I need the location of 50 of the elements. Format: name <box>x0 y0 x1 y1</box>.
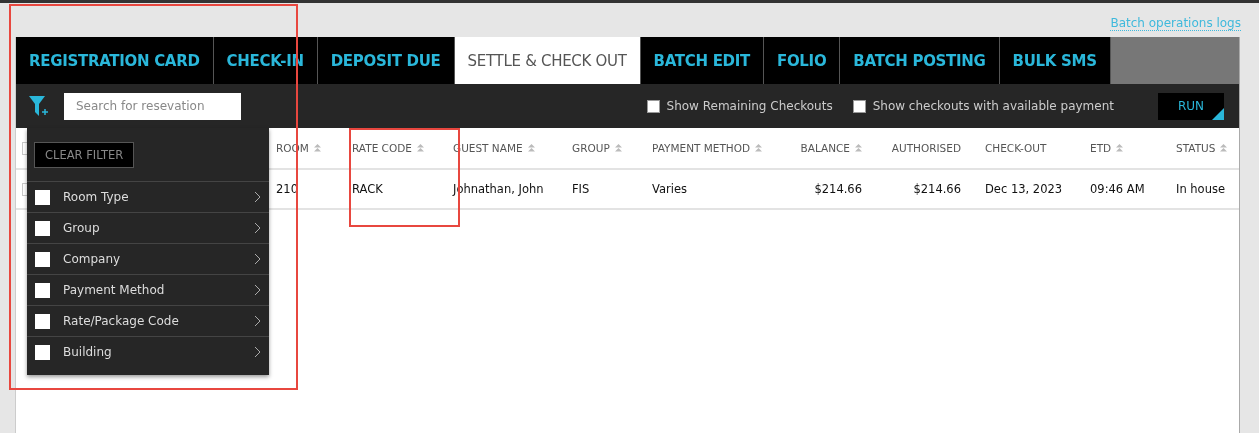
filter-item[interactable]: Building <box>27 336 269 367</box>
column-header[interactable]: ETD <box>1090 142 1124 154</box>
column-header[interactable]: CHECK-OUT <box>985 142 1047 154</box>
chevron-right-icon <box>254 315 261 327</box>
table-cell: RACK <box>352 182 383 196</box>
table-cell: $214.66 <box>913 182 961 196</box>
option-label: Show checkouts with available payment <box>872 99 1114 113</box>
chevron-right-icon <box>254 253 261 265</box>
checkbox[interactable] <box>646 99 660 113</box>
column-header[interactable]: RATE CODE <box>352 142 424 154</box>
table-cell: Varies <box>652 182 687 196</box>
table-cell: 09:46 AM <box>1090 182 1145 196</box>
filter-item[interactable]: Group <box>27 212 269 243</box>
column-header[interactable]: PAYMENT METHOD <box>652 142 763 154</box>
checkbox[interactable] <box>35 313 50 329</box>
chevron-right-icon <box>254 222 261 234</box>
checkbox[interactable] <box>35 251 50 267</box>
filter-item[interactable]: Payment Method <box>27 274 269 305</box>
filter-item[interactable]: Company <box>27 243 269 274</box>
option-label: Show Remaining Checkouts <box>666 99 833 113</box>
checkbox[interactable] <box>852 99 866 113</box>
column-header[interactable]: GROUP <box>572 142 622 154</box>
column-header[interactable]: BALANCE <box>800 142 862 154</box>
tab[interactable]: FOLIO <box>763 37 841 84</box>
table-cell: $214.66 <box>814 182 862 196</box>
tab[interactable]: SETTLE & CHECK OUT <box>454 37 641 84</box>
tab[interactable]: BULK SMS <box>999 37 1111 84</box>
checkbox[interactable] <box>35 189 50 205</box>
checkbox[interactable] <box>35 282 50 298</box>
tab[interactable]: BATCH EDIT <box>640 37 764 84</box>
search-field[interactable]: Search for resevation <box>64 92 241 120</box>
column-header[interactable]: STATUS <box>1176 142 1228 154</box>
column-header[interactable]: AUTHORISED <box>891 142 961 154</box>
checkbox[interactable] <box>35 220 50 236</box>
chevron-right-icon <box>254 191 261 203</box>
table-cell: FIS <box>572 182 590 196</box>
run-button[interactable]: RUN <box>1158 92 1224 120</box>
chevron-right-icon <box>254 284 261 296</box>
clear-filter-button[interactable]: CLEAR FILTER <box>34 142 135 168</box>
tab[interactable]: REGISTRATION CARD <box>16 37 214 84</box>
filter-add-icon[interactable] <box>28 94 50 118</box>
corner-triangle-icon <box>1212 107 1224 120</box>
tab[interactable]: BATCH POSTING <box>840 37 1000 84</box>
table-cell: Dec 13, 2023 <box>985 182 1063 196</box>
chevron-right-icon <box>254 346 261 358</box>
tab[interactable]: DEPOSIT DUE <box>317 37 455 84</box>
filter-item[interactable]: Room Type <box>27 181 269 212</box>
checkbox[interactable] <box>35 344 50 360</box>
filter-item[interactable]: Rate/Package Code <box>27 305 269 336</box>
table-cell: In house <box>1176 182 1225 196</box>
